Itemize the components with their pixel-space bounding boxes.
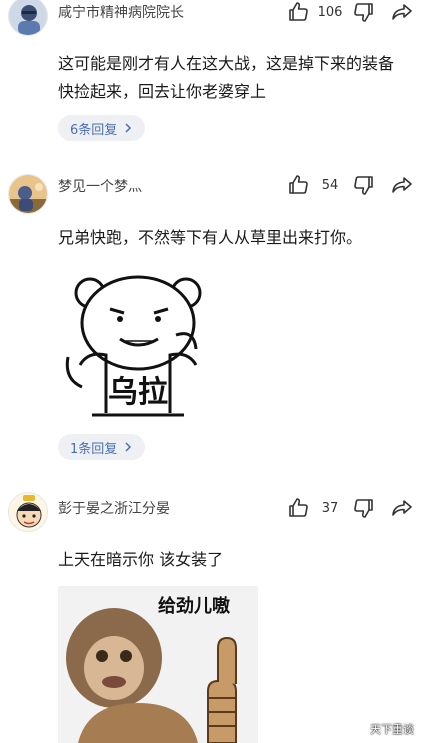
thumbs-down-icon[interactable] [352, 173, 376, 197]
watermark: 天下重谈 [370, 723, 414, 736]
comment-actions: 106 [286, 0, 414, 24]
username[interactable]: 咸宁市精神病院院长 [58, 2, 184, 22]
thumbs-down-icon[interactable] [352, 496, 376, 520]
username[interactable]: 梦见一个梦灬 [58, 176, 142, 196]
thumbs-up-icon[interactable] [286, 0, 310, 24]
like-count: 106 [317, 4, 343, 20]
thumbs-up-icon[interactable] [286, 173, 310, 197]
replies-label: 6条回复 [70, 122, 118, 138]
share-arrow-icon[interactable] [390, 173, 414, 197]
comment-actions: 37 [286, 496, 414, 520]
avatar[interactable] [8, 492, 48, 532]
replies-button[interactable]: 6条回复 [58, 115, 146, 141]
replies-button[interactable]: 1条回复 [58, 434, 146, 460]
comment-text: 这可能是刚才有人在这大战，这是掉下来的装备快捡起来，回去让你老婆穿上 [58, 54, 395, 101]
thumbs-down-icon[interactable] [352, 0, 376, 24]
chevron-right-icon [125, 123, 132, 133]
share-arrow-icon[interactable] [390, 0, 414, 24]
share-arrow-icon[interactable] [390, 496, 414, 520]
like-count: 37 [321, 500, 339, 516]
comment-text: 上天在暗示你 该女装了 [58, 550, 224, 569]
bear-sticker[interactable]: 乌拉 [58, 265, 218, 425]
comment-text: 兄弟快跑，不然等下有人从草里出来打你。 [58, 228, 363, 247]
like-count: 54 [321, 177, 339, 193]
monkey-sticker[interactable]: 给劲儿嗷 [58, 586, 258, 743]
avatar[interactable] [8, 0, 48, 36]
chevron-right-icon [125, 442, 132, 452]
sticker-caption: 给劲儿嗷 [158, 596, 230, 617]
avatar[interactable] [8, 174, 48, 214]
sticker-caption: 乌拉 [108, 375, 168, 410]
comment-actions: 54 [286, 173, 414, 197]
thumbs-up-icon[interactable] [286, 496, 310, 520]
username[interactable]: 彭于晏之浙江分晏 [58, 498, 170, 518]
replies-label: 1条回复 [70, 441, 118, 457]
